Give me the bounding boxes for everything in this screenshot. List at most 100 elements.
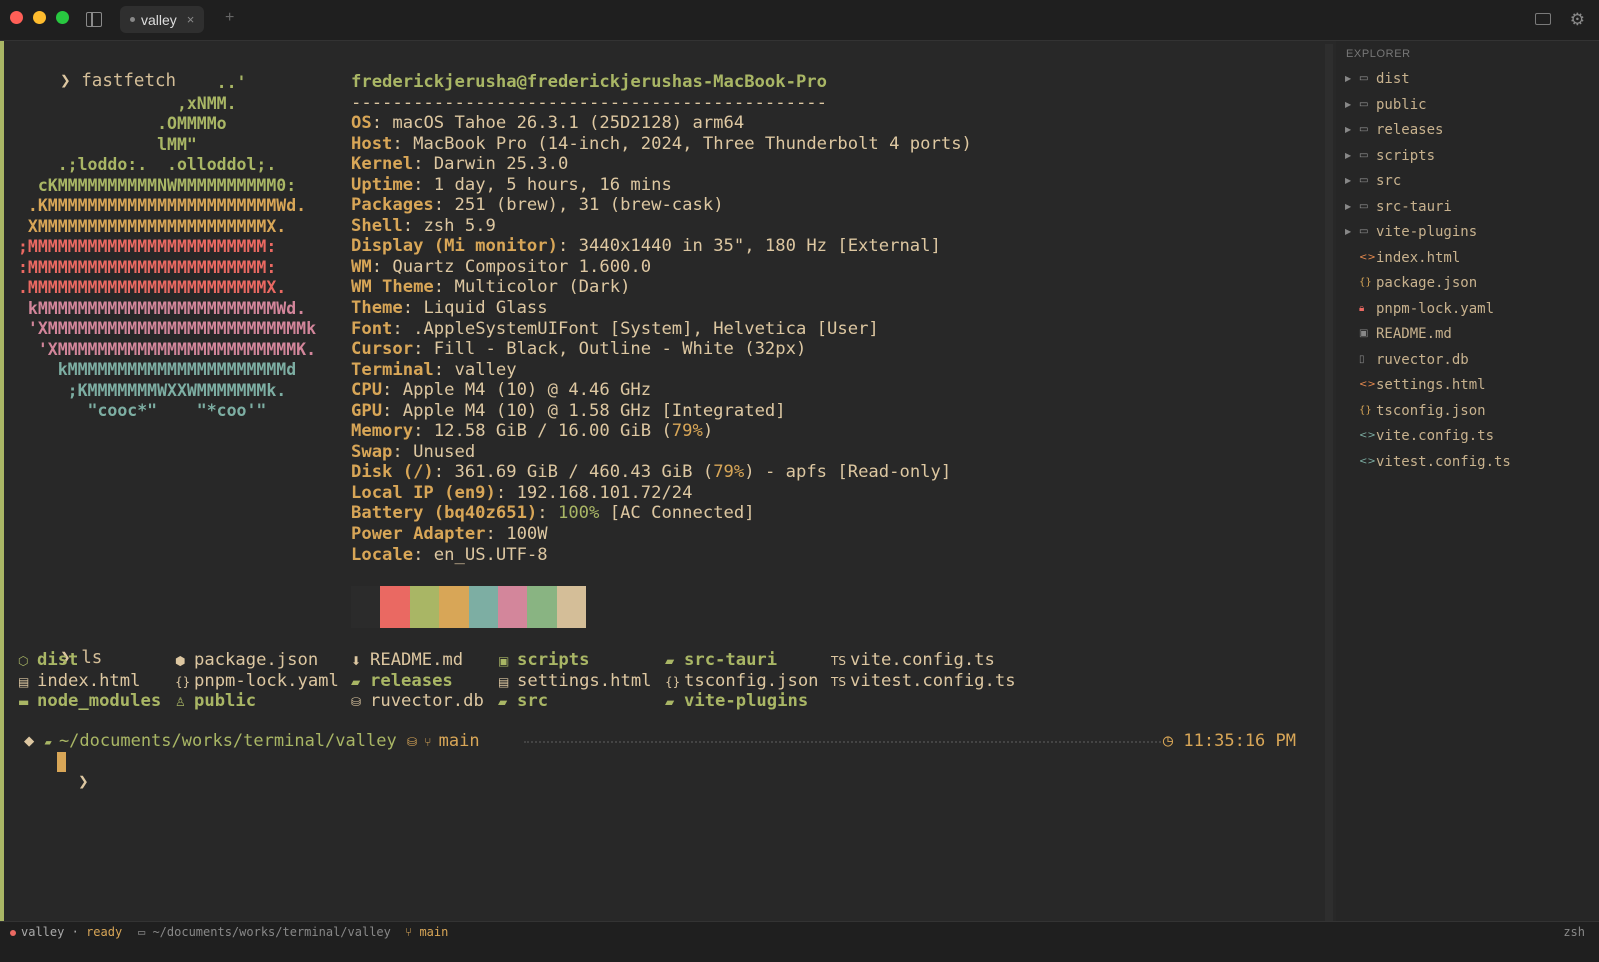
info-value: Liquid Glass (423, 298, 548, 319)
explorer-file[interactable]: ▯ ruvector.db (1336, 349, 1596, 371)
tab-valley[interactable]: valley × (120, 6, 205, 33)
explorer-folder[interactable]: ▶ ▭ src-tauri (1336, 196, 1596, 218)
status-path[interactable]: ▭ ~/documents/works/terminal/valley (138, 925, 391, 939)
explorer-item-label: settings.html (1376, 377, 1486, 393)
explorer-item-label: ruvector.db (1376, 351, 1469, 368)
info-value-tail: ) (702, 421, 714, 442)
logo-line: .OMMMMo (18, 114, 227, 133)
zoom-window-button[interactable] (56, 11, 69, 24)
explorer-file[interactable]: <> index.html (1336, 247, 1596, 269)
explorer-folder[interactable]: ▶ ▭ vite-plugins (1336, 221, 1596, 243)
file-icon: {} (1359, 404, 1372, 416)
info-value: 3440x1440 in 35", 180 Hz [External] (578, 236, 941, 257)
prompt-status-bar: ◆ ▰ ~/documents/works/terminal/valley ⛁ … (24, 731, 1296, 751)
explorer-folder[interactable]: ▶ ▭ src (1336, 170, 1596, 192)
explorer-file[interactable]: <> settings.html (1336, 374, 1596, 396)
color-palette (351, 586, 587, 628)
ls-entry: ▣ scripts (498, 650, 589, 670)
folder-icon: ▭ (138, 925, 153, 939)
prompt-filler-dots (524, 741, 1161, 743)
status-branch[interactable]: ⑂ main (405, 925, 448, 939)
explorer-folder[interactable]: ▶ ▭ scripts (1336, 145, 1596, 167)
info-key: Power Adapter (351, 524, 486, 545)
info-key: Host (351, 133, 393, 154)
palette-swatch (380, 586, 410, 628)
info-key: Battery (bq40z651) (351, 503, 538, 524)
info-row: Host: MacBook Pro (14-inch, 2024, Three … (351, 133, 972, 154)
info-value: zsh 5.9 (423, 215, 496, 236)
logo-line: "cooc*" "*coo'" (18, 401, 267, 420)
prompt-branch: main (438, 731, 480, 751)
explorer-file[interactable]: 🔒︎ pnpm-lock.yaml (1336, 298, 1596, 320)
palette-swatch (468, 586, 498, 628)
close-window-button[interactable] (10, 11, 23, 24)
ls-entry: {} pnpm-lock.yaml (175, 671, 339, 691)
clock-icon: ◷ (1162, 731, 1184, 751)
prompt-time-text: 11:35:16 PM (1183, 731, 1296, 751)
explorer-folder[interactable]: ▶ ▭ releases (1336, 119, 1596, 141)
explorer-item-label: index.html (1376, 249, 1461, 266)
minimize-window-button[interactable] (33, 11, 46, 24)
status-branch-text: main (419, 925, 449, 939)
info-key: Packages (351, 195, 434, 216)
ls-entry-name: ruvector.db (370, 691, 484, 711)
chevron-right-icon[interactable]: ▶ (1345, 221, 1351, 243)
ls-entry-name: pnpm-lock.yaml (194, 670, 339, 691)
file-icon: {} (665, 674, 681, 689)
logo-line: kMMMMMMMMMMMMMMMMMMMMMMd (18, 360, 297, 379)
prompt-symbol: ❯ (78, 772, 89, 792)
keyboard-icon[interactable] (1535, 13, 1551, 25)
explorer-file[interactable]: {} package.json (1336, 272, 1596, 294)
explorer-file[interactable]: <> vitest.config.ts (1336, 451, 1596, 473)
chevron-right-icon[interactable]: ▶ (1345, 94, 1351, 116)
chevron-right-icon[interactable]: ▶ (1345, 68, 1351, 90)
ls-entry: ⬇ README.md (351, 650, 463, 670)
ls-entry-name: dist (37, 650, 79, 670)
file-icon: ▤ (498, 674, 510, 689)
prompt-time: ◷ 11:35:16 PM (1163, 731, 1296, 751)
explorer-folder[interactable]: ▶ ▭ dist (1336, 68, 1596, 90)
info-row: Font: .AppleSystemUIFont [System], Helve… (351, 318, 879, 339)
explorer-item-label: dist (1376, 71, 1410, 87)
chevron-right-icon[interactable]: ▶ (1345, 145, 1351, 167)
palette-swatch (556, 586, 587, 628)
status-session[interactable]: valley · ready (10, 925, 122, 939)
gear-icon[interactable]: ⚙ (1570, 10, 1585, 30)
new-tab-button[interactable]: + (225, 9, 234, 27)
status-session-name: valley (21, 925, 65, 939)
apple-ascii-logo: ..' ,xNMM. .OMMMMo lMM" .;loddo:. .ollod… (18, 73, 316, 422)
info-row: WM: Quartz Compositor 1.600.0 (351, 256, 652, 277)
info-value-tail: ) - apfs [Read-only] (744, 462, 952, 483)
session-dot-icon (10, 929, 16, 936)
info-value: MacBook Pro (14-inch, 2024, Three Thunde… (413, 133, 972, 154)
explorer-file[interactable]: ▣ README.md (1336, 323, 1596, 345)
file-icon: {} (175, 674, 191, 689)
explorer-file[interactable]: <> vite.config.ts (1336, 425, 1596, 447)
logo-line: .MMMMMMMMMMMMMMMMMMMMMMMMX. (18, 278, 287, 297)
terminal-scrollbar[interactable] (1325, 44, 1333, 934)
tab-close-icon[interactable]: × (187, 12, 195, 27)
separator-line: ----------------------------------------… (351, 92, 827, 113)
sidebar-toggle-icon[interactable] (86, 12, 102, 27)
ls-entry-name: releases (370, 670, 453, 691)
user-host: frederickjerusha@frederickjerushas-MacBo… (351, 72, 827, 92)
logo-line: ;KMMMMMMMWXXWMMMMMMMk. (18, 380, 287, 400)
logo-line: lMM" (18, 134, 197, 154)
ls-entry-name: scripts (517, 650, 590, 670)
palette-swatch (439, 586, 469, 628)
info-value: 251 (brew), 31 (brew-cask) (454, 195, 724, 216)
folder-icon: ▬ (18, 695, 30, 709)
chevron-right-icon[interactable]: ▶ (1345, 119, 1351, 141)
folder-icon: ▰ (665, 695, 675, 709)
info-row: Packages: 251 (brew), 31 (brew-cask) (351, 195, 724, 216)
info-percent: 79% (713, 462, 745, 483)
explorer-file[interactable]: {} tsconfig.json (1336, 400, 1596, 422)
chevron-right-icon[interactable]: ▶ (1345, 170, 1351, 192)
logo-line: :MMMMMMMMMMMMMMMMMMMMMMMM: (18, 257, 277, 277)
info-row: Shell: zsh 5.9 (351, 215, 496, 236)
chevron-right-icon[interactable]: ▶ (1345, 196, 1351, 218)
info-row: Memory: 12.58 GiB / 16.00 GiB (79%) (351, 421, 714, 442)
explorer-folder[interactable]: ▶ ▭ public (1336, 94, 1596, 116)
info-key: Cursor (351, 339, 414, 360)
explorer-item-label: src-tauri (1376, 198, 1452, 215)
